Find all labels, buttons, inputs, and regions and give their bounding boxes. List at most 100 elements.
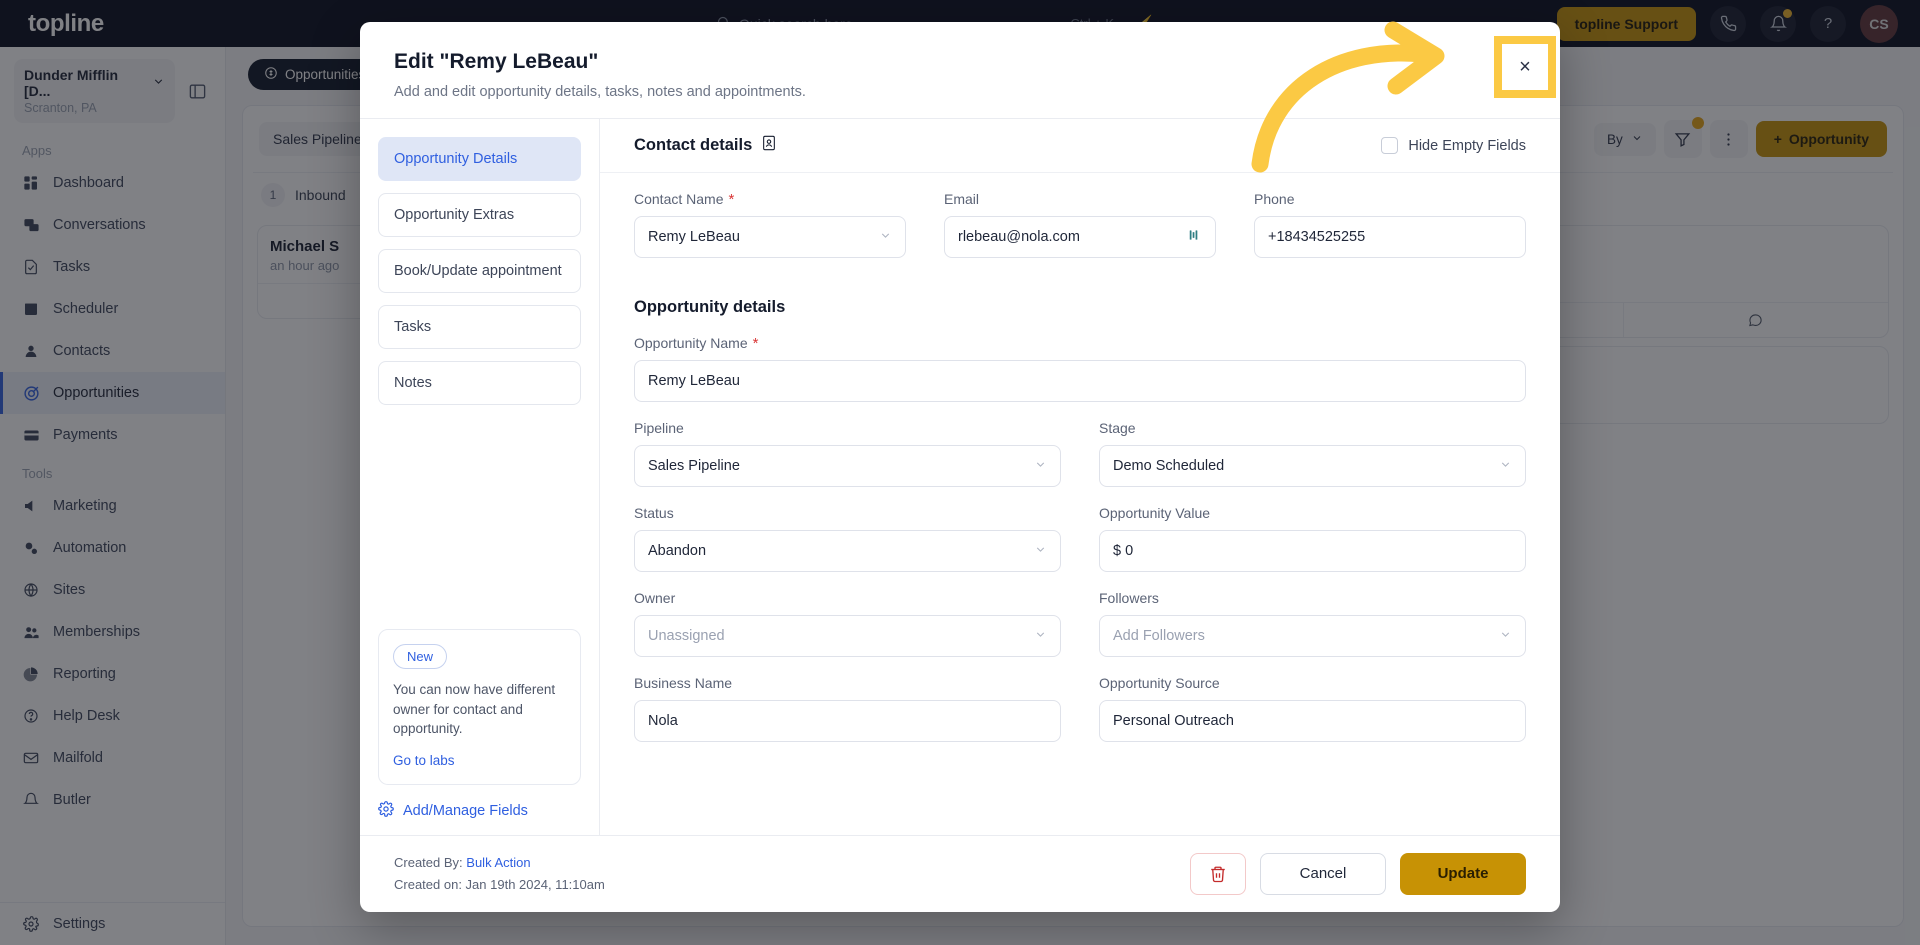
field-label-text: Opportunity Name [634,335,748,351]
field-label-text: Opportunity Value [1099,505,1211,521]
field-label-text: Business Name [634,675,733,691]
field-value: +18434525255 [1268,229,1366,245]
field-label-text: Followers [1099,590,1159,606]
business-name-input[interactable]: Nola [634,700,1061,742]
stage-select[interactable]: Demo Scheduled [1099,445,1526,487]
field-stage: Stage Demo Scheduled [1099,420,1526,487]
field-label: Contact Name * [634,191,906,207]
required-asterisk: * [752,334,759,352]
field-value: Personal Outreach [1113,713,1234,729]
field-label: Stage [1099,420,1526,436]
field-opportunity-value: Opportunity Value $ 0 [1099,505,1526,572]
opportunity-fields-grid: Pipeline Sales Pipeline Stage Demo Sched… [634,420,1526,760]
created-by-row: Created By: Bulk Action [394,852,605,874]
email-validation-icon[interactable] [1188,228,1202,246]
field-opportunity-source: Opportunity Source Personal Outreach [1099,675,1526,742]
labs-promo-card: New You can now have different owner for… [378,629,581,785]
opportunity-name-input[interactable]: Remy LeBeau [634,360,1526,402]
chevron-down-icon [1499,628,1512,645]
annotation-highlight-close: × [1494,36,1556,98]
contact-card-icon[interactable] [761,135,777,156]
opportunity-details-title: Opportunity details [634,298,786,316]
contact-details-title: Contact details [634,135,777,156]
field-label: Opportunity Name * [634,335,1526,351]
close-button[interactable]: × [1502,44,1548,90]
modal-footer: Created By: Bulk Action Created on: Jan … [360,834,1560,912]
field-value: Nola [648,713,678,729]
field-opportunity-name: Opportunity Name * Remy LeBeau [634,335,1526,402]
tab-tasks[interactable]: Tasks [378,305,581,349]
field-label-text: Stage [1099,420,1136,436]
field-label: Opportunity Value [1099,505,1526,521]
field-placeholder: Unassigned [648,628,725,644]
opportunity-value-input[interactable]: $ 0 [1099,530,1526,572]
pipeline-select[interactable]: Sales Pipeline [634,445,1061,487]
field-label: Followers [1099,590,1526,606]
field-followers: Followers Add Followers [1099,590,1526,657]
contact-details-header: Contact details Hide Empty Fields [600,119,1560,173]
field-value: Demo Scheduled [1113,458,1225,474]
field-email: Email rlebeau@nola.com [944,191,1216,258]
email-input[interactable]: rlebeau@nola.com [944,216,1216,258]
field-value: Abandon [648,543,707,559]
tab-opportunity-details[interactable]: Opportunity Details [378,137,581,181]
gear-icon [378,800,394,821]
opportunity-source-input[interactable]: Personal Outreach [1099,700,1526,742]
created-by-label: Created By: [394,854,463,870]
field-label-text: Owner [634,590,676,606]
created-by-link[interactable]: Bulk Action [466,855,530,870]
add-manage-fields-button[interactable]: Add/Manage Fields [378,800,581,821]
contact-name-select[interactable]: Remy LeBeau [634,216,906,258]
field-label-text: Phone [1254,191,1295,207]
field-label: Pipeline [634,420,1061,436]
modal-subtitle: Add and edit opportunity details, tasks,… [394,84,806,100]
field-placeholder: Add Followers [1113,628,1205,644]
field-label-text: Status [634,505,674,521]
field-label: Business Name [634,675,1061,691]
modal-form-scroll: Contact Name * Remy LeBeau Email rlebeau… [600,173,1560,835]
chevron-down-icon [1034,543,1047,560]
field-value: Remy LeBeau [648,229,740,245]
field-value: Remy LeBeau [648,373,740,389]
phone-input[interactable]: +18434525255 [1254,216,1526,258]
tab-opportunity-extras[interactable]: Opportunity Extras [378,193,581,237]
field-business-name: Business Name Nola [634,675,1061,742]
edit-opportunity-modal: Edit "Remy LeBeau" Add and edit opportun… [360,22,1560,912]
required-asterisk: * [728,190,735,208]
contact-fields-grid: Contact Name * Remy LeBeau Email rlebeau… [634,191,1526,276]
field-label-text: Email [944,191,980,207]
contact-details-title-text: Contact details [634,136,753,154]
tab-notes[interactable]: Notes [378,361,581,405]
update-button[interactable]: Update [1400,852,1526,895]
chevron-down-icon [1034,458,1047,475]
labs-new-badge: New [393,644,448,670]
chevron-down-icon [1034,628,1047,645]
field-label-text: Contact Name [634,191,724,207]
tab-book-update-appointment[interactable]: Book/Update appointment [378,249,581,293]
modal-tab-list: Opportunity Details Opportunity Extras B… [360,119,600,835]
field-label: Opportunity Source [1099,675,1526,691]
add-manage-fields-label: Add/Manage Fields [403,802,528,819]
field-label-text: Opportunity Source [1099,675,1220,691]
created-info: Created By: Bulk Action Created on: Jan … [394,852,605,896]
go-to-labs-link[interactable]: Go to labs [393,753,455,768]
modal-footer-actions: Cancel Update [1190,852,1526,895]
status-select[interactable]: Abandon [634,530,1061,572]
hide-empty-fields-toggle[interactable]: Hide Empty Fields [1381,137,1526,154]
field-label: Phone [1254,191,1526,207]
field-owner: Owner Unassigned [634,590,1061,657]
field-value: $ 0 [1113,543,1134,559]
field-label-text: Pipeline [634,420,684,436]
field-contact-name: Contact Name * Remy LeBeau [634,191,906,258]
created-on-row: Created on: Jan 19th 2024, 11:10am [394,876,605,892]
field-phone: Phone +18434525255 [1254,191,1526,258]
hide-empty-fields-label: Hide Empty Fields [1408,137,1526,154]
field-label: Status [634,505,1061,521]
field-pipeline: Pipeline Sales Pipeline [634,420,1061,487]
cancel-button[interactable]: Cancel [1260,852,1386,895]
followers-select[interactable]: Add Followers [1099,615,1526,657]
owner-select[interactable]: Unassigned [634,615,1061,657]
chevron-down-icon [1499,458,1512,475]
hide-empty-fields-checkbox[interactable] [1381,137,1399,154]
delete-button[interactable] [1190,852,1246,895]
